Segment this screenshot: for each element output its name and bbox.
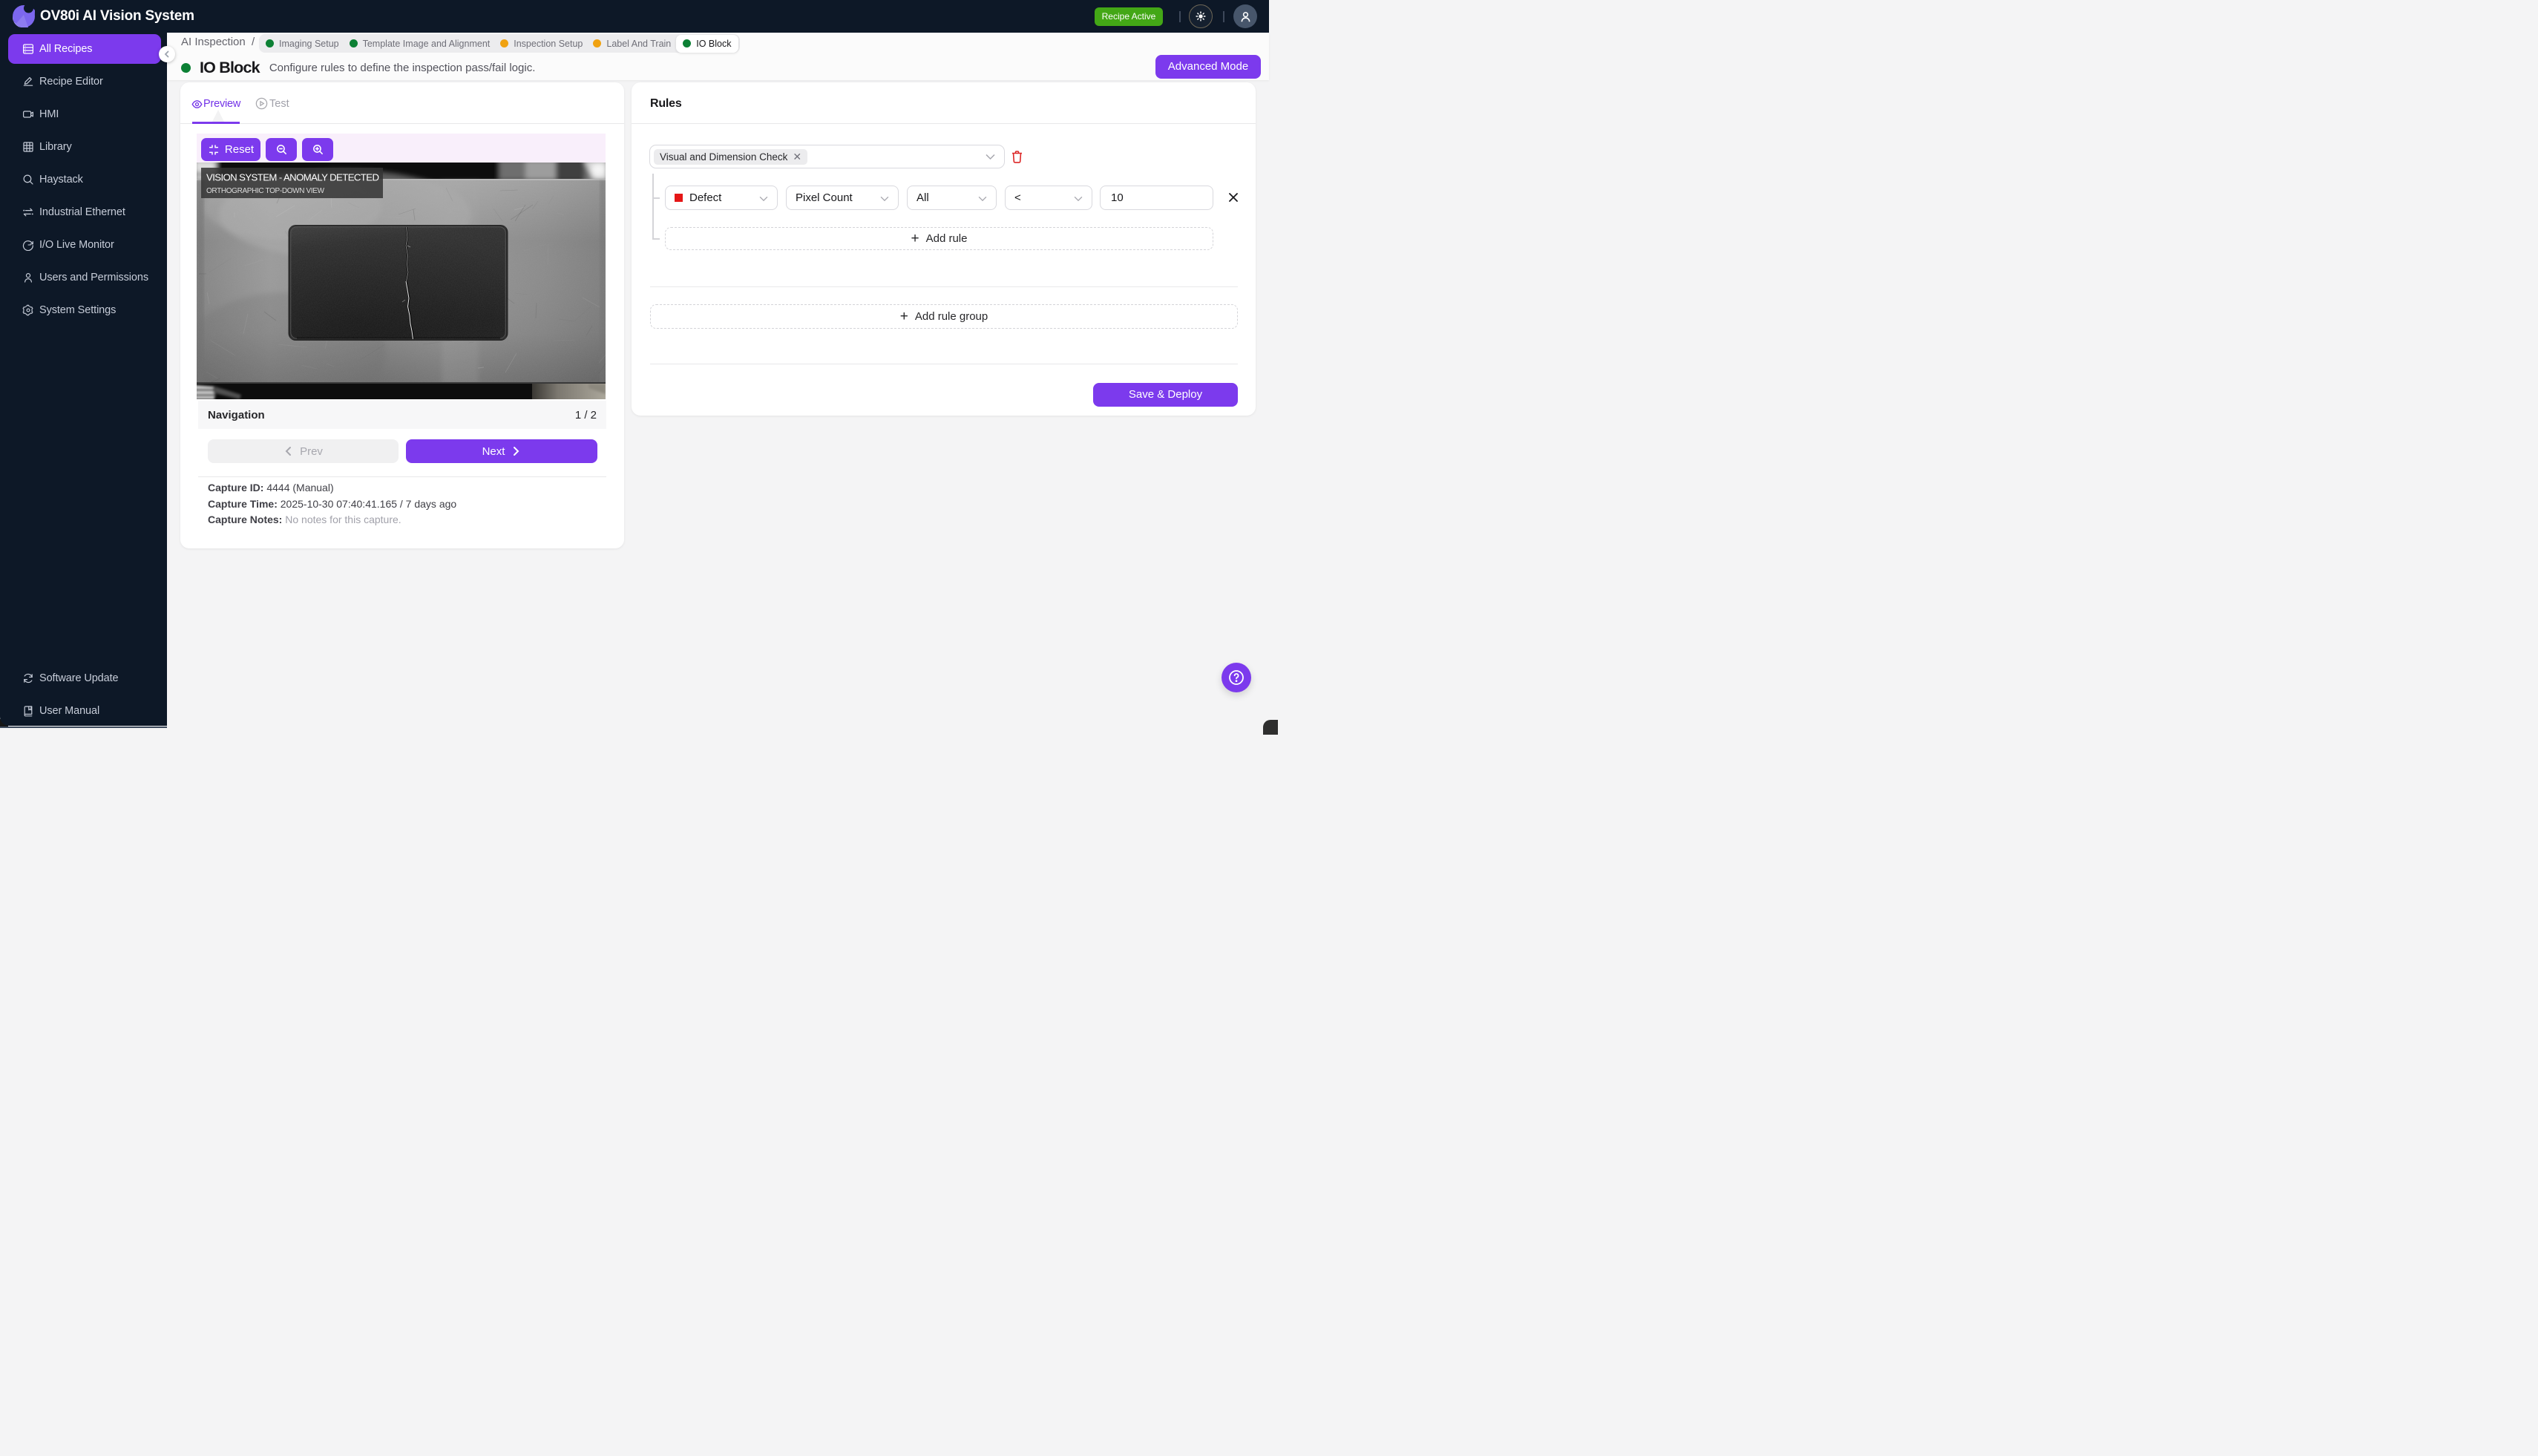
svg-text:VISION SYSTEM - ANOMALY DETECT: VISION SYSTEM - ANOMALY DETECTED bbox=[206, 172, 378, 183]
svg-text:ORTHOGRAPHIC TOP-DOWN VIEW: ORTHOGRAPHIC TOP-DOWN VIEW bbox=[206, 187, 325, 195]
